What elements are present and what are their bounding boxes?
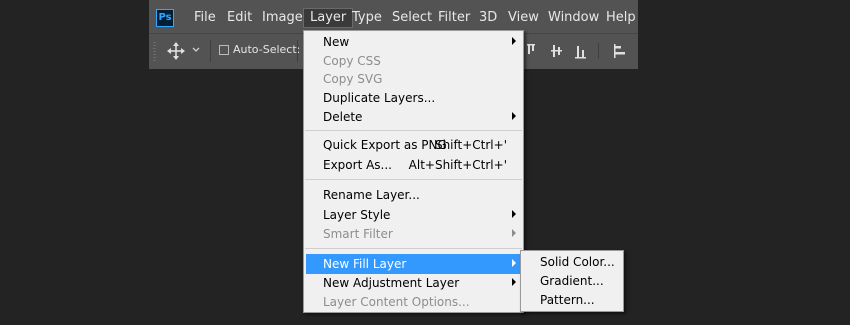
- layer-menu-dropdown: New Copy CSS Copy SVG Duplicate Layers..…: [303, 30, 524, 313]
- align-left-icon[interactable]: [614, 44, 625, 58]
- menu-item-label: Export As...: [323, 158, 392, 172]
- auto-select-checkbox[interactable]: [219, 45, 229, 55]
- menu-item-label: Copy SVG: [323, 72, 383, 86]
- menu-separator: [305, 130, 522, 131]
- menu-item-copy-css: Copy CSS: [306, 51, 521, 71]
- menu-item-layer-content-options: Layer Content Options...: [306, 292, 521, 312]
- menu-item-label: Layer Content Options...: [323, 295, 470, 309]
- menu-item-new[interactable]: New: [306, 32, 521, 52]
- new-fill-layer-submenu: Solid Color... Gradient... Pattern...: [520, 250, 624, 312]
- menu-item-smart-filter: Smart Filter: [306, 224, 521, 244]
- menu-view[interactable]: View: [502, 8, 545, 28]
- options-bar-grip[interactable]: [153, 42, 156, 62]
- menu-bar: Ps File Edit Image Layer Type Select Fil…: [149, 5, 638, 31]
- photoshop-logo-icon: Ps: [156, 9, 174, 27]
- chevron-down-icon[interactable]: [191, 45, 201, 55]
- menu-item-new-adjustment-layer[interactable]: New Adjustment Layer: [306, 273, 521, 293]
- menu-item-label: Delete: [323, 110, 363, 124]
- menu-edit[interactable]: Edit: [221, 8, 258, 28]
- submenu-item-label: Gradient...: [540, 274, 604, 288]
- menu-item-label: New: [323, 35, 350, 49]
- menu-item-label: Duplicate Layers...: [323, 91, 436, 105]
- menu-item-label: Smart Filter: [323, 227, 393, 241]
- align-bottom-icon[interactable]: [575, 46, 586, 59]
- menu-item-label: Layer Style: [323, 208, 391, 222]
- menu-item-label: Copy CSS: [323, 54, 381, 68]
- align-vertical-center-icon[interactable]: [551, 45, 562, 57]
- submenu-arrow-icon: [512, 210, 516, 218]
- menu-item-export-as[interactable]: Export As... Alt+Shift+Ctrl+': [306, 155, 521, 175]
- submenu-item-solid-color[interactable]: Solid Color...: [523, 253, 621, 272]
- auto-select-label: Auto-Select:: [233, 43, 301, 56]
- move-tool-icon[interactable]: [166, 41, 186, 61]
- options-divider: [297, 40, 298, 62]
- menu-item-label: New Adjustment Layer: [323, 276, 460, 290]
- menu-item-label: Quick Export as PNG: [323, 138, 447, 152]
- menu-type[interactable]: Type: [346, 8, 388, 28]
- options-divider: [210, 40, 211, 62]
- submenu-arrow-icon: [512, 259, 516, 267]
- menu-item-shortcut: Alt+Shift+Ctrl+': [408, 158, 507, 172]
- menu-filter[interactable]: Filter: [432, 8, 476, 28]
- menu-item-delete[interactable]: Delete: [306, 107, 521, 127]
- menu-item-duplicate-layers[interactable]: Duplicate Layers...: [306, 88, 521, 108]
- align-icons: [527, 43, 625, 59]
- menu-help[interactable]: Help: [600, 8, 642, 28]
- submenu-arrow-icon: [512, 112, 516, 120]
- menu-window[interactable]: Window: [542, 8, 605, 28]
- menu-3d[interactable]: 3D: [473, 8, 503, 28]
- menu-file[interactable]: File: [188, 8, 222, 28]
- submenu-arrow-icon: [512, 278, 516, 286]
- menu-item-quick-export-png[interactable]: Quick Export as PNG Shift+Ctrl+': [306, 135, 521, 155]
- menu-image[interactable]: Image: [256, 8, 309, 28]
- submenu-arrow-icon: [512, 37, 516, 45]
- menu-separator: [305, 179, 522, 180]
- menu-item-new-fill-layer[interactable]: New Fill Layer: [306, 254, 521, 274]
- submenu-item-gradient[interactable]: Gradient...: [523, 272, 621, 291]
- submenu-item-label: Solid Color...: [540, 255, 615, 269]
- submenu-item-pattern[interactable]: Pattern...: [523, 291, 621, 310]
- menu-separator: [305, 248, 522, 249]
- submenu-arrow-icon: [512, 229, 516, 237]
- submenu-item-label: Pattern...: [540, 293, 595, 307]
- menu-item-layer-style[interactable]: Layer Style: [306, 205, 521, 225]
- menu-item-label: New Fill Layer: [323, 257, 407, 271]
- options-divider: [598, 43, 599, 59]
- menu-item-rename-layer[interactable]: Rename Layer...: [306, 185, 521, 205]
- menu-item-shortcut: Shift+Ctrl+': [434, 138, 507, 152]
- align-top-icon[interactable]: [527, 44, 535, 54]
- menu-item-copy-svg: Copy SVG: [306, 69, 521, 89]
- menu-item-label: Rename Layer...: [323, 188, 420, 202]
- menu-select[interactable]: Select: [386, 8, 438, 28]
